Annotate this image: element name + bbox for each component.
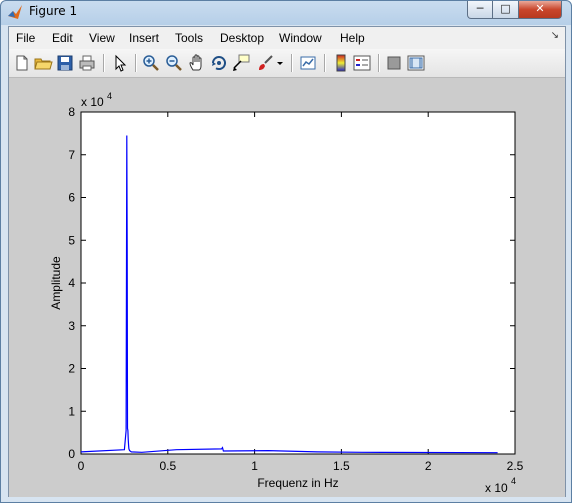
menu-bar: File Edit View Insert Tools Desktop Wind…: [9, 27, 565, 49]
y-tick-label: 1: [68, 404, 75, 418]
link-plot-icon[interactable]: [298, 53, 318, 73]
rotate-3d-icon[interactable]: [209, 53, 229, 73]
y-tick-label: 6: [68, 191, 75, 205]
menu-file[interactable]: File: [16, 31, 35, 45]
x-tick-label: 0.5: [159, 459, 176, 473]
menu-desktop[interactable]: Desktop: [220, 31, 264, 45]
new-figure-icon[interactable]: [12, 53, 32, 73]
dock-arrow-icon[interactable]: ↘: [551, 30, 559, 41]
figure-client-area: File Edit View Insert Tools Desktop Wind…: [8, 26, 566, 497]
toolbar-separator: [291, 54, 293, 72]
x-axis-label: Frequenz in Hz: [257, 476, 338, 490]
toolbar-separator: [324, 54, 326, 72]
y-multiplier: x 10 4: [81, 91, 112, 109]
hide-plot-tools-icon[interactable]: [384, 53, 404, 73]
matlab-logo-icon: [8, 5, 22, 19]
x-tick-label: 1.5: [333, 459, 350, 473]
title-bar[interactable]: Figure 1 ─ □ ✕: [1, 1, 571, 25]
y-multiplier-base: x 10: [81, 95, 104, 109]
x-multiplier-exponent: 4: [511, 476, 516, 486]
menu-view[interactable]: View: [89, 31, 115, 45]
maximize-icon: □: [500, 2, 511, 15]
toolbar-separator: [378, 54, 380, 72]
y-tick-label: 4: [68, 276, 75, 290]
x-multiplier: x 10 4: [485, 476, 516, 495]
toolbar-separator: [103, 54, 105, 72]
menu-window[interactable]: Window: [279, 31, 322, 45]
x-multiplier-base: x 10: [485, 481, 508, 495]
y-tick-label: 0: [68, 447, 75, 461]
zoom-in-icon[interactable]: [141, 53, 161, 73]
close-icon: ✕: [535, 2, 545, 15]
x-tick-label: 2.5: [507, 459, 524, 473]
pointer-icon[interactable]: [110, 53, 130, 73]
brush-icon[interactable]: [255, 53, 275, 73]
close-button[interactable]: ✕: [518, 1, 562, 19]
save-icon[interactable]: [55, 53, 75, 73]
x-tick-label: 1: [251, 459, 258, 473]
menu-insert[interactable]: Insert: [129, 31, 159, 45]
menu-edit[interactable]: Edit: [52, 31, 73, 45]
y-tick-label: 3: [68, 319, 75, 333]
axes-box[interactable]: [80, 111, 516, 455]
show-plot-tools-icon[interactable]: [406, 53, 426, 73]
toolbar-separator: [135, 54, 137, 72]
fft-chart: 0 0.5 1 1.5 2 2.5 0 1 2 3 4 5 6 7 8 Frequenz in Hz Am…: [49, 91, 524, 495]
zoom-out-icon[interactable]: [164, 53, 184, 73]
y-tick-label: 2: [68, 362, 75, 376]
data-cursor-icon[interactable]: [231, 53, 251, 73]
open-file-icon[interactable]: [33, 53, 53, 73]
minimize-button[interactable]: ─: [467, 1, 493, 19]
figure-window: Figure 1 ─ □ ✕ File Edit View Insert Too…: [0, 0, 572, 503]
y-tick-label: 8: [68, 105, 75, 119]
minimize-icon: ─: [476, 2, 484, 15]
menu-help[interactable]: Help: [340, 31, 365, 45]
y-axis-label: Amplitude: [49, 256, 63, 310]
x-tick-label: 0: [78, 459, 85, 473]
pan-hand-icon[interactable]: [187, 53, 207, 73]
menu-tools[interactable]: Tools: [175, 31, 203, 45]
dropdown-arrow-icon[interactable]: [275, 53, 285, 73]
plot-area: 0 0.5 1 1.5 2 2.5 0 1 2 3 4 5 6 7 8 Frequenz in Hz Am…: [9, 78, 565, 497]
x-tick-label: 2: [425, 459, 432, 473]
window-title: Figure 1: [29, 4, 78, 18]
y-tick-label: 7: [68, 148, 75, 162]
maximize-button[interactable]: □: [492, 1, 519, 19]
y-multiplier-exponent: 4: [107, 91, 112, 101]
print-icon[interactable]: [77, 53, 97, 73]
legend-icon[interactable]: [352, 53, 372, 73]
figure-toolbar: [9, 49, 565, 78]
colorbar-icon[interactable]: [331, 53, 351, 73]
y-tick-label: 5: [68, 233, 75, 247]
